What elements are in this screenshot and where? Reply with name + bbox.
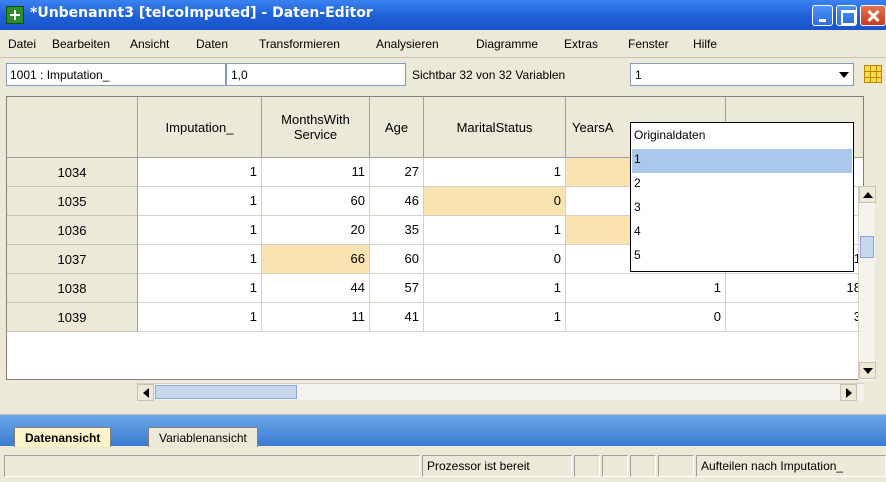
imputation-select[interactable]: 1 bbox=[630, 63, 854, 86]
menu-hilfe[interactable]: Hilfe bbox=[693, 37, 717, 51]
app-icon bbox=[6, 6, 24, 24]
table-cell[interactable]: 1 bbox=[138, 187, 262, 216]
table-cell[interactable]: 0 bbox=[424, 245, 566, 274]
horizontal-scrollbar[interactable] bbox=[137, 383, 864, 401]
table-cell[interactable]: 41 bbox=[370, 303, 424, 332]
table-cell[interactable]: 11 bbox=[262, 158, 370, 187]
table-cell[interactable]: 20 bbox=[262, 216, 370, 245]
tab-variable-view[interactable]: Variablenansicht bbox=[148, 427, 258, 447]
table-cell[interactable]: 57 bbox=[370, 274, 424, 303]
menu-analysieren[interactable]: Analysieren bbox=[376, 37, 439, 51]
menu-ansicht[interactable]: Ansicht bbox=[130, 37, 169, 51]
window-title: *Unbenannt3 [telcoImputed] - Daten-Edito… bbox=[30, 5, 373, 21]
status-segment-empty bbox=[630, 455, 656, 477]
minimize-button[interactable] bbox=[812, 5, 833, 26]
table-cell[interactable]: 60 bbox=[370, 245, 424, 274]
status-segment-empty bbox=[574, 455, 600, 477]
table-cell[interactable]: 27 bbox=[370, 158, 424, 187]
table-cell[interactable]: 1 bbox=[424, 158, 566, 187]
status-segment-empty bbox=[602, 455, 628, 477]
scroll-left-button[interactable] bbox=[137, 384, 154, 401]
cell-value-field[interactable]: 1,0 bbox=[226, 63, 406, 86]
scroll-right-button[interactable] bbox=[840, 384, 857, 401]
tab-data-view[interactable]: Datenansicht bbox=[14, 427, 112, 447]
arrow-down-icon bbox=[863, 368, 873, 374]
vertical-scroll-thumb[interactable] bbox=[860, 236, 874, 258]
table-cell[interactable]: 46 bbox=[370, 187, 424, 216]
menu-extras[interactable]: Extras bbox=[564, 37, 598, 51]
table-cell[interactable]: 1 bbox=[138, 245, 262, 274]
dropdown-option-selected[interactable]: 1 bbox=[632, 149, 852, 173]
corner-header[interactable] bbox=[7, 97, 138, 158]
row-header[interactable]: 1039 bbox=[7, 303, 138, 332]
dropdown-option[interactable]: Originaldaten bbox=[632, 125, 852, 149]
table-cell[interactable]: 1 bbox=[138, 274, 262, 303]
row-header[interactable]: 1035 bbox=[7, 187, 138, 216]
title-bar[interactable]: *Unbenannt3 [telcoImputed] - Daten-Edito… bbox=[0, 0, 886, 30]
status-processor: Prozessor ist bereit bbox=[422, 455, 572, 477]
row-header[interactable]: 1038 bbox=[7, 274, 138, 303]
visible-variables-label: Sichtbar 32 von 32 Variablen bbox=[412, 68, 566, 82]
table-cell[interactable]: 1 bbox=[424, 303, 566, 332]
table-cell[interactable]: 1 bbox=[138, 303, 262, 332]
cell-reference-field[interactable]: 1001 : Imputation_ bbox=[6, 63, 226, 86]
table-cell[interactable]: 1 bbox=[566, 274, 726, 303]
table-cell[interactable]: 0 bbox=[566, 303, 726, 332]
menu-bearbeiten[interactable]: Bearbeiten bbox=[52, 37, 110, 51]
imputation-dropdown-list: Originaldaten 1 2 3 4 5 bbox=[630, 122, 854, 272]
column-header[interactable]: MonthsWith Service bbox=[262, 97, 370, 158]
menu-bar: Datei Bearbeiten Ansicht Daten Transform… bbox=[0, 30, 886, 58]
grid-table-icon[interactable] bbox=[864, 65, 882, 83]
chevron-down-icon[interactable] bbox=[839, 72, 849, 78]
table-cell[interactable]: 18 bbox=[726, 274, 863, 303]
arrow-up-icon bbox=[863, 192, 873, 198]
status-bar: Prozessor ist bereit Aufteilen nach Impu… bbox=[0, 448, 886, 482]
row-header[interactable]: 1037 bbox=[7, 245, 138, 274]
status-split: Aufteilen nach Imputation_ bbox=[696, 455, 886, 477]
table-cell[interactable]: 35 bbox=[370, 216, 424, 245]
table-cell[interactable]: 44 bbox=[262, 274, 370, 303]
table-cell[interactable]: 1 bbox=[138, 158, 262, 187]
arrow-right-icon bbox=[846, 388, 852, 398]
status-segment-empty bbox=[4, 455, 420, 477]
table-cell[interactable]: 1 bbox=[424, 216, 566, 245]
row-header[interactable]: 1034 bbox=[7, 158, 138, 187]
table-cell[interactable]: 1 bbox=[138, 216, 262, 245]
menu-daten[interactable]: Daten bbox=[196, 37, 228, 51]
dropdown-option[interactable]: 5 bbox=[632, 245, 852, 269]
table-cell[interactable]: 0 bbox=[424, 187, 566, 216]
dropdown-option[interactable]: 2 bbox=[632, 173, 852, 197]
table-cell[interactable]: 3 bbox=[726, 303, 863, 332]
table-cell[interactable]: 1 bbox=[424, 274, 566, 303]
horizontal-scroll-thumb[interactable] bbox=[155, 385, 297, 399]
scroll-up-button[interactable] bbox=[859, 186, 876, 203]
column-header[interactable]: MaritalStatus bbox=[424, 97, 566, 158]
scroll-down-button[interactable] bbox=[859, 362, 876, 379]
table-cell[interactable]: 66 bbox=[262, 245, 370, 274]
table-cell[interactable]: 60 bbox=[262, 187, 370, 216]
close-button[interactable] bbox=[860, 5, 886, 26]
vertical-scrollbar[interactable] bbox=[858, 186, 876, 381]
menu-fenster[interactable]: Fenster bbox=[628, 37, 669, 51]
maximize-button[interactable] bbox=[836, 5, 857, 26]
view-tab-bar: Datenansicht Variablenansicht bbox=[0, 414, 886, 447]
cell-toolbar: 1001 : Imputation_ 1,0 Sichtbar 32 von 3… bbox=[0, 58, 886, 92]
menu-datei[interactable]: Datei bbox=[8, 37, 36, 51]
column-header[interactable]: Age bbox=[370, 97, 424, 158]
status-segment-empty bbox=[658, 455, 694, 477]
arrow-left-icon bbox=[143, 388, 149, 398]
menu-transformieren[interactable]: Transformieren bbox=[259, 37, 340, 51]
imputation-select-value: 1 bbox=[635, 68, 642, 82]
row-header[interactable]: 1036 bbox=[7, 216, 138, 245]
menu-diagramme[interactable]: Diagramme bbox=[476, 37, 538, 51]
column-header[interactable]: Imputation_ bbox=[138, 97, 262, 158]
table-cell[interactable]: 11 bbox=[262, 303, 370, 332]
dropdown-option[interactable]: 4 bbox=[632, 221, 852, 245]
dropdown-option[interactable]: 3 bbox=[632, 197, 852, 221]
